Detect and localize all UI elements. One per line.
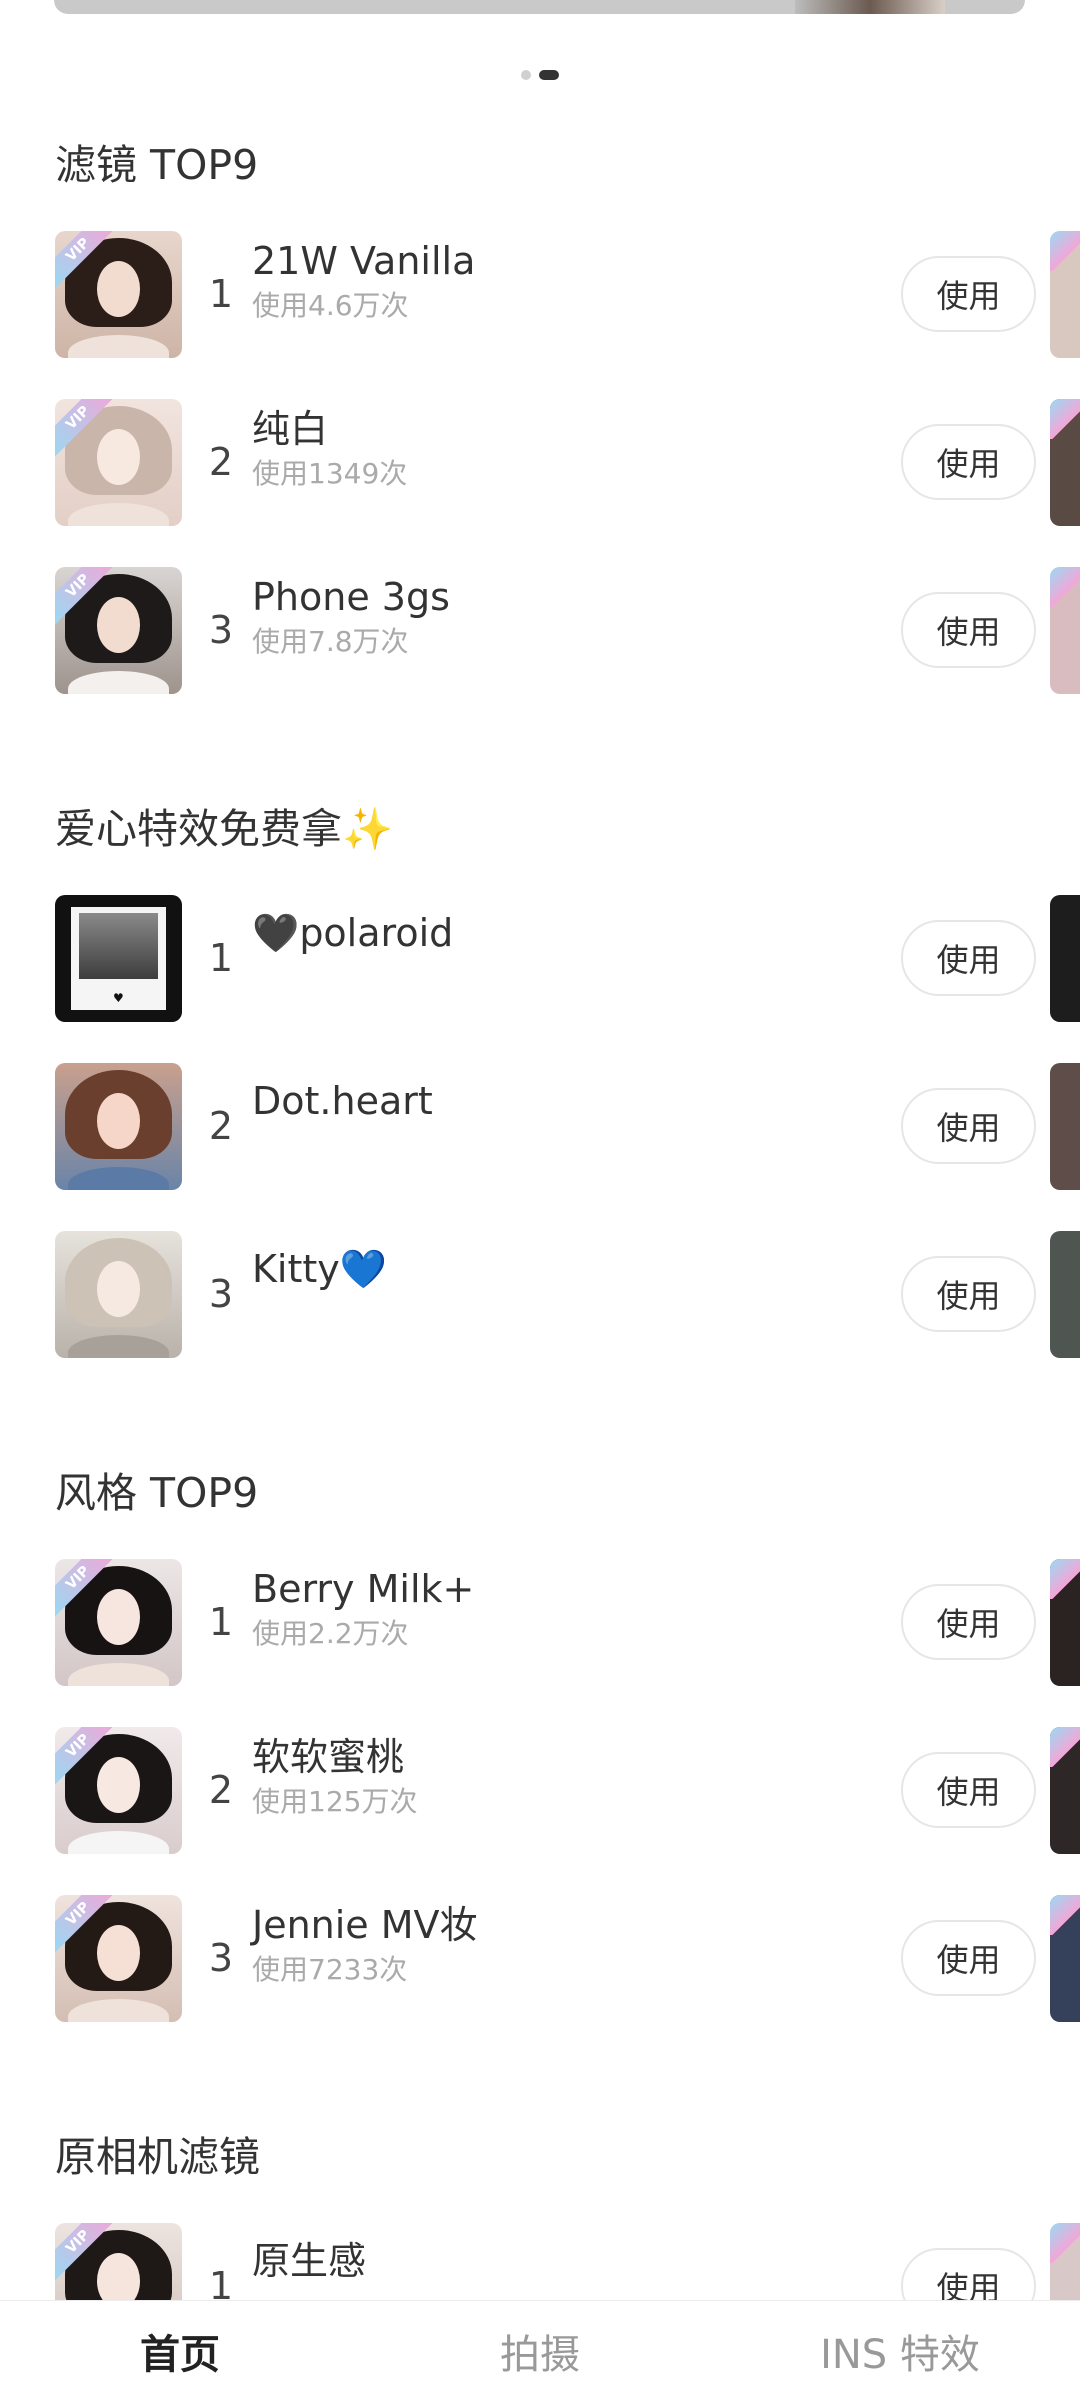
nav-tab-shoot[interactable]: 拍摄 — [360, 2301, 720, 2400]
list-item[interactable]: ♥ 1 🖤polaroid 使用 — [55, 874, 1080, 1042]
section-heart-effects: 爱心特效免费拿✨ ♥ 1 🖤polaroid 使用 2 Dot.heart 使用… — [0, 784, 1080, 1378]
rank-number: 3 — [208, 1272, 234, 1316]
rank-number: 3 — [208, 608, 234, 652]
carousel-dot[interactable] — [521, 70, 531, 80]
use-button[interactable]: 使用 — [901, 424, 1036, 500]
rank-number: 1 — [208, 2264, 234, 2300]
banner-image — [795, 0, 945, 14]
next-item-peek[interactable] — [1050, 1726, 1080, 1854]
use-button[interactable]: 使用 — [901, 592, 1036, 668]
section-title-text: 爱心特效免费拿 — [55, 805, 342, 853]
next-item-peek[interactable] — [1050, 1894, 1080, 2022]
section-title: 滤镜 TOP9 — [55, 141, 259, 189]
section-title: 原相机滤镜 — [55, 2133, 260, 2181]
item-name: 纯白 — [252, 407, 329, 451]
rank-number: 2 — [208, 440, 234, 484]
usage-count: 使用7233次 — [252, 1953, 408, 1986]
style-thumbnail[interactable]: VIP — [55, 1726, 182, 1854]
item-name: 原生感 — [252, 2239, 367, 2283]
use-button[interactable]: 使用 — [901, 1752, 1036, 1828]
style-thumbnail[interactable]: VIP — [55, 1558, 182, 1686]
usage-count: 使用4.6万次 — [252, 289, 409, 322]
list-item[interactable]: VIP 2 纯白 使用1349次 使用 — [55, 378, 1080, 546]
use-button[interactable]: 使用 — [901, 256, 1036, 332]
style-thumbnail[interactable]: VIP — [55, 1894, 182, 2022]
list-item[interactable]: VIP 1 原生感 使用 — [55, 2202, 1080, 2300]
filter-thumbnail[interactable]: VIP — [55, 566, 182, 694]
section-original-camera: 原相机滤镜 VIP 1 原生感 使用 — [0, 2112, 1080, 2300]
next-item-peek[interactable] — [1050, 1062, 1080, 1190]
effect-thumbnail[interactable] — [55, 1230, 182, 1358]
item-name: Berry Milk+ — [252, 1567, 475, 1611]
feed[interactable]: 滤镜 TOP9 VIP 1 21W Vanilla 使用4.6万次 使用 VIP… — [0, 120, 1080, 2300]
list-item[interactable]: 3 Kitty💙 使用 — [55, 1210, 1080, 1378]
section-style-top9: 风格 TOP9 VIP 1 Berry Milk+ 使用2.2万次 使用 VIP… — [0, 1448, 1080, 2042]
list-item[interactable]: VIP 3 Jennie MV妆 使用7233次 使用 — [55, 1874, 1080, 2042]
next-item-peek[interactable] — [1050, 566, 1080, 694]
filter-thumbnail[interactable]: VIP — [55, 398, 182, 526]
filter-thumbnail[interactable]: VIP — [55, 2222, 182, 2300]
item-name: Jennie MV妆 — [252, 1903, 478, 1947]
section-title: 爱心特效免费拿✨ — [55, 784, 1080, 874]
rank-number: 1 — [208, 272, 234, 316]
list-item[interactable]: VIP 1 Berry Milk+ 使用2.2万次 使用 — [55, 1538, 1080, 1706]
item-name: Dot.heart — [252, 1079, 433, 1123]
heart-icon: ♥ — [113, 990, 124, 1005]
next-item-peek[interactable] — [1050, 230, 1080, 358]
next-item-peek[interactable] — [1050, 894, 1080, 1022]
list-item[interactable]: 2 Dot.heart 使用 — [55, 1042, 1080, 1210]
item-name: 21W Vanilla — [252, 239, 476, 283]
usage-count: 使用7.8万次 — [252, 625, 409, 658]
rank-number: 3 — [208, 1936, 234, 1980]
next-item-peek[interactable] — [1050, 2222, 1080, 2300]
use-button[interactable]: 使用 — [901, 1088, 1036, 1164]
use-button[interactable]: 使用 — [901, 1584, 1036, 1660]
effect-thumbnail[interactable]: ♥ — [55, 894, 182, 1022]
section-title: 风格 TOP9 — [55, 1469, 259, 1517]
carousel-indicator — [0, 70, 1080, 82]
banner-carousel[interactable] — [54, 0, 1025, 14]
next-item-peek[interactable] — [1050, 1558, 1080, 1686]
effect-thumbnail[interactable] — [55, 1062, 182, 1190]
nav-tab-home[interactable]: 首页 — [0, 2301, 360, 2400]
rank-number: 2 — [208, 1768, 234, 1812]
carousel-dot-active[interactable] — [539, 70, 559, 80]
usage-count: 使用125万次 — [252, 1785, 418, 1818]
usage-count: 使用2.2万次 — [252, 1617, 409, 1650]
section-filter-top9: 滤镜 TOP9 VIP 1 21W Vanilla 使用4.6万次 使用 VIP… — [0, 120, 1080, 714]
item-name: 🖤polaroid — [252, 911, 454, 955]
use-button[interactable]: 使用 — [901, 920, 1036, 996]
sparkles-icon: ✨ — [342, 805, 394, 853]
use-button[interactable]: 使用 — [901, 1920, 1036, 1996]
list-item[interactable]: VIP 3 Phone 3gs 使用7.8万次 使用 — [55, 546, 1080, 714]
next-item-peek[interactable] — [1050, 398, 1080, 526]
list-item[interactable]: VIP 2 软软蜜桃 使用125万次 使用 — [55, 1706, 1080, 1874]
rank-number: 1 — [208, 936, 234, 980]
use-button[interactable]: 使用 — [901, 2248, 1036, 2300]
item-name: Kitty💙 — [252, 1247, 388, 1291]
nav-tab-ins-effects[interactable]: INS 特效 — [720, 2301, 1080, 2400]
filter-thumbnail[interactable]: VIP — [55, 230, 182, 358]
rank-number: 2 — [208, 1104, 234, 1148]
item-name: 软软蜜桃 — [252, 1735, 405, 1779]
bottom-navigation: 首页 拍摄 INS 特效 — [0, 2300, 1080, 2400]
use-button[interactable]: 使用 — [901, 1256, 1036, 1332]
next-item-peek[interactable] — [1050, 1230, 1080, 1358]
list-item[interactable]: VIP 1 21W Vanilla 使用4.6万次 使用 — [55, 210, 1080, 378]
rank-number: 1 — [208, 1600, 234, 1644]
usage-count: 使用1349次 — [252, 457, 408, 490]
item-name: Phone 3gs — [252, 575, 450, 619]
